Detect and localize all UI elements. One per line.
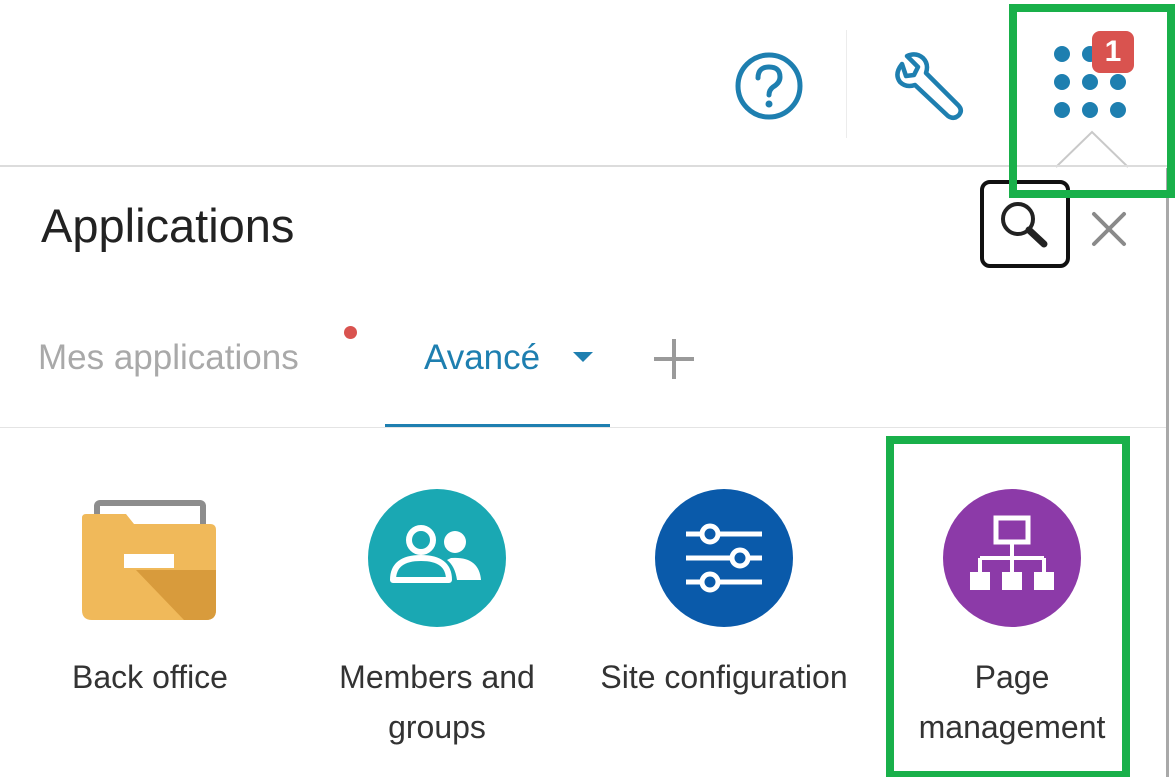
- panel-border: [1166, 168, 1169, 777]
- highlight-apps-button: [1009, 4, 1175, 198]
- tab-avance[interactable]: Avancé: [424, 336, 540, 380]
- highlight-page-management: [886, 436, 1130, 777]
- folder-icon: [82, 500, 216, 620]
- toolbar-divider: [0, 165, 1175, 167]
- app-label: Members and groups: [339, 659, 535, 745]
- app-members-and-groups[interactable]: Members and groups: [302, 488, 572, 758]
- app-site-configuration[interactable]: Site configuration: [589, 488, 859, 758]
- tab-mes-applications[interactable]: Mes applications: [38, 336, 299, 380]
- chevron-down-icon[interactable]: [571, 350, 595, 364]
- close-icon[interactable]: [1088, 208, 1130, 250]
- top-toolbar: [0, 0, 1175, 166]
- app-back-office[interactable]: Back office: [15, 488, 285, 758]
- wrench-icon[interactable]: [888, 50, 968, 122]
- plus-icon[interactable]: [650, 335, 698, 383]
- app-label: Back office: [72, 659, 228, 695]
- tab-notification-dot: [344, 326, 357, 339]
- sliders-icon: [655, 489, 793, 627]
- panel-title: Applications: [41, 199, 295, 252]
- page: 1 Applications Mes applications Avancé B…: [0, 0, 1175, 777]
- tabs-divider: [0, 427, 1166, 428]
- app-label: Site configuration: [600, 659, 848, 695]
- users-icon: [368, 489, 506, 627]
- help-circle-icon[interactable]: [733, 50, 805, 122]
- toolbar-separator: [846, 30, 847, 138]
